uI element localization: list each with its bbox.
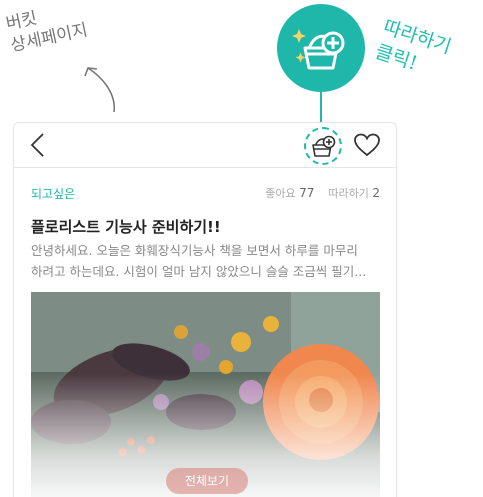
post-body-line: 안녕하세요. 오늘은 화훼장식기능사 책을 보면서 하루를 마무리 — [31, 243, 358, 258]
view-full-button[interactable]: 전체보기 — [166, 468, 248, 494]
back-button[interactable] — [26, 131, 52, 159]
post-stats: 좋아요 77 따라하기 2 — [265, 185, 380, 201]
post-category[interactable]: 되고싶은 — [31, 185, 75, 202]
follow-callout-button — [277, 4, 365, 92]
follow-count: 2 — [372, 186, 380, 200]
post-body: 안녕하세요. 오늘은 화훼장식기능사 책을 보면서 하루를 마무리 하려고 하는… — [31, 240, 377, 282]
post-title: 플로리스트 기능사 준비하기!! — [31, 218, 221, 236]
likes-count: 77 — [299, 186, 315, 200]
like-button[interactable] — [352, 131, 382, 159]
top-bar — [14, 123, 396, 168]
chevron-left-icon — [30, 133, 44, 157]
follow-bucket-button[interactable] — [304, 127, 342, 165]
likes-label: 좋아요 — [265, 187, 296, 200]
bucket-detail-screen: 되고싶은 좋아요 77 따라하기 2 플로리스트 기능사 준비하기!! 안녕하세… — [13, 122, 397, 497]
follow-label: 따라하기 — [328, 187, 369, 200]
callout-connector-line — [320, 92, 322, 122]
basket-plus-icon — [312, 135, 336, 157]
post-image: 전체보기 — [31, 292, 380, 497]
heart-icon — [354, 133, 380, 157]
annotation-arrow-icon — [84, 67, 115, 113]
post-body-line: 하려고 하는데요. 시험이 얼마 남지 않았으니 슬슬 조금씩 필기... — [31, 264, 367, 279]
basket-plus-icon — [292, 29, 345, 70]
image-fade-overlay — [31, 292, 380, 497]
annotation-follow-click: 따라하기 클릭! — [359, 14, 476, 133]
